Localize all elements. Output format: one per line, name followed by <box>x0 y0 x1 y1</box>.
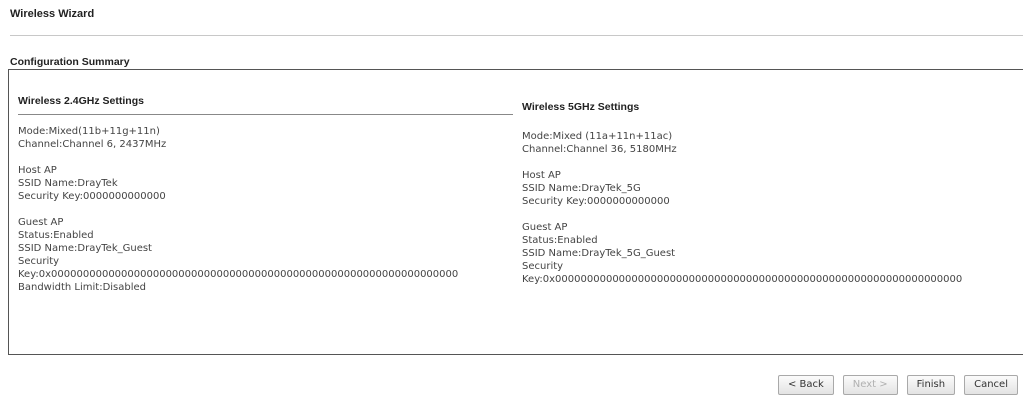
channel-24ghz: Channel:Channel 6, 2437MHz <box>18 139 167 150</box>
wizard-button-bar: < Back Next > Finish Cancel <box>777 375 1018 395</box>
finish-button[interactable]: Finish <box>906 375 956 395</box>
guest-ap-security-label-24ghz: Security <box>18 256 60 267</box>
guest-ap-security-key-5ghz: Key:0x0000000000000000000000000000000000… <box>522 274 963 285</box>
host-ap-label-5ghz: Host AP <box>522 170 561 181</box>
cancel-button[interactable]: Cancel <box>964 375 1018 395</box>
channel-5ghz: Channel:Channel 36, 5180MHz <box>522 144 677 155</box>
wireless-24ghz-settings: Wireless 2.4GHz Settings Mode:Mixed(11b+… <box>18 95 513 294</box>
next-button: Next > <box>842 375 898 395</box>
wireless-24ghz-title: Wireless 2.4GHz Settings <box>18 95 513 115</box>
guest-ap-label-24ghz: Guest AP <box>18 217 64 228</box>
section-title: Configuration Summary <box>10 56 130 68</box>
host-ap-label-24ghz: Host AP <box>18 165 57 176</box>
wireless-5ghz-settings: Wireless 5GHz Settings Mode:Mixed (11a+1… <box>522 101 1022 286</box>
host-ap-security-key-24ghz: Security Key:0000000000000 <box>18 191 166 202</box>
mode-24ghz: Mode:Mixed(11b+11g+11n) <box>18 126 160 137</box>
host-ap-security-key-5ghz: Security Key:0000000000000 <box>522 196 670 207</box>
guest-ap-status-24ghz: Status:Enabled <box>18 230 94 241</box>
page-title: Wireless Wizard <box>10 8 95 20</box>
guest-ap-ssid-24ghz: SSID Name:DrayTek_Guest <box>18 243 152 254</box>
host-ap-ssid-24ghz: SSID Name:DrayTek <box>18 178 118 189</box>
guest-ap-label-5ghz: Guest AP <box>522 222 568 233</box>
guest-ap-status-5ghz: Status:Enabled <box>522 235 598 246</box>
guest-ap-bandwidth-24ghz: Bandwidth Limit:Disabled <box>18 282 147 293</box>
guest-ap-ssid-5ghz: SSID Name:DrayTek_5G_Guest <box>522 248 676 259</box>
host-ap-ssid-5ghz: SSID Name:DrayTek_5G <box>522 183 641 194</box>
wireless-5ghz-title: Wireless 5GHz Settings <box>522 101 640 113</box>
back-button[interactable]: < Back <box>777 375 834 395</box>
guest-ap-security-key-24ghz: Key:0x0000000000000000000000000000000000… <box>18 269 459 280</box>
guest-ap-security-label-5ghz: Security <box>522 261 564 272</box>
mode-5ghz: Mode:Mixed (11a+11n+11ac) <box>522 131 673 142</box>
title-divider <box>10 35 1023 36</box>
